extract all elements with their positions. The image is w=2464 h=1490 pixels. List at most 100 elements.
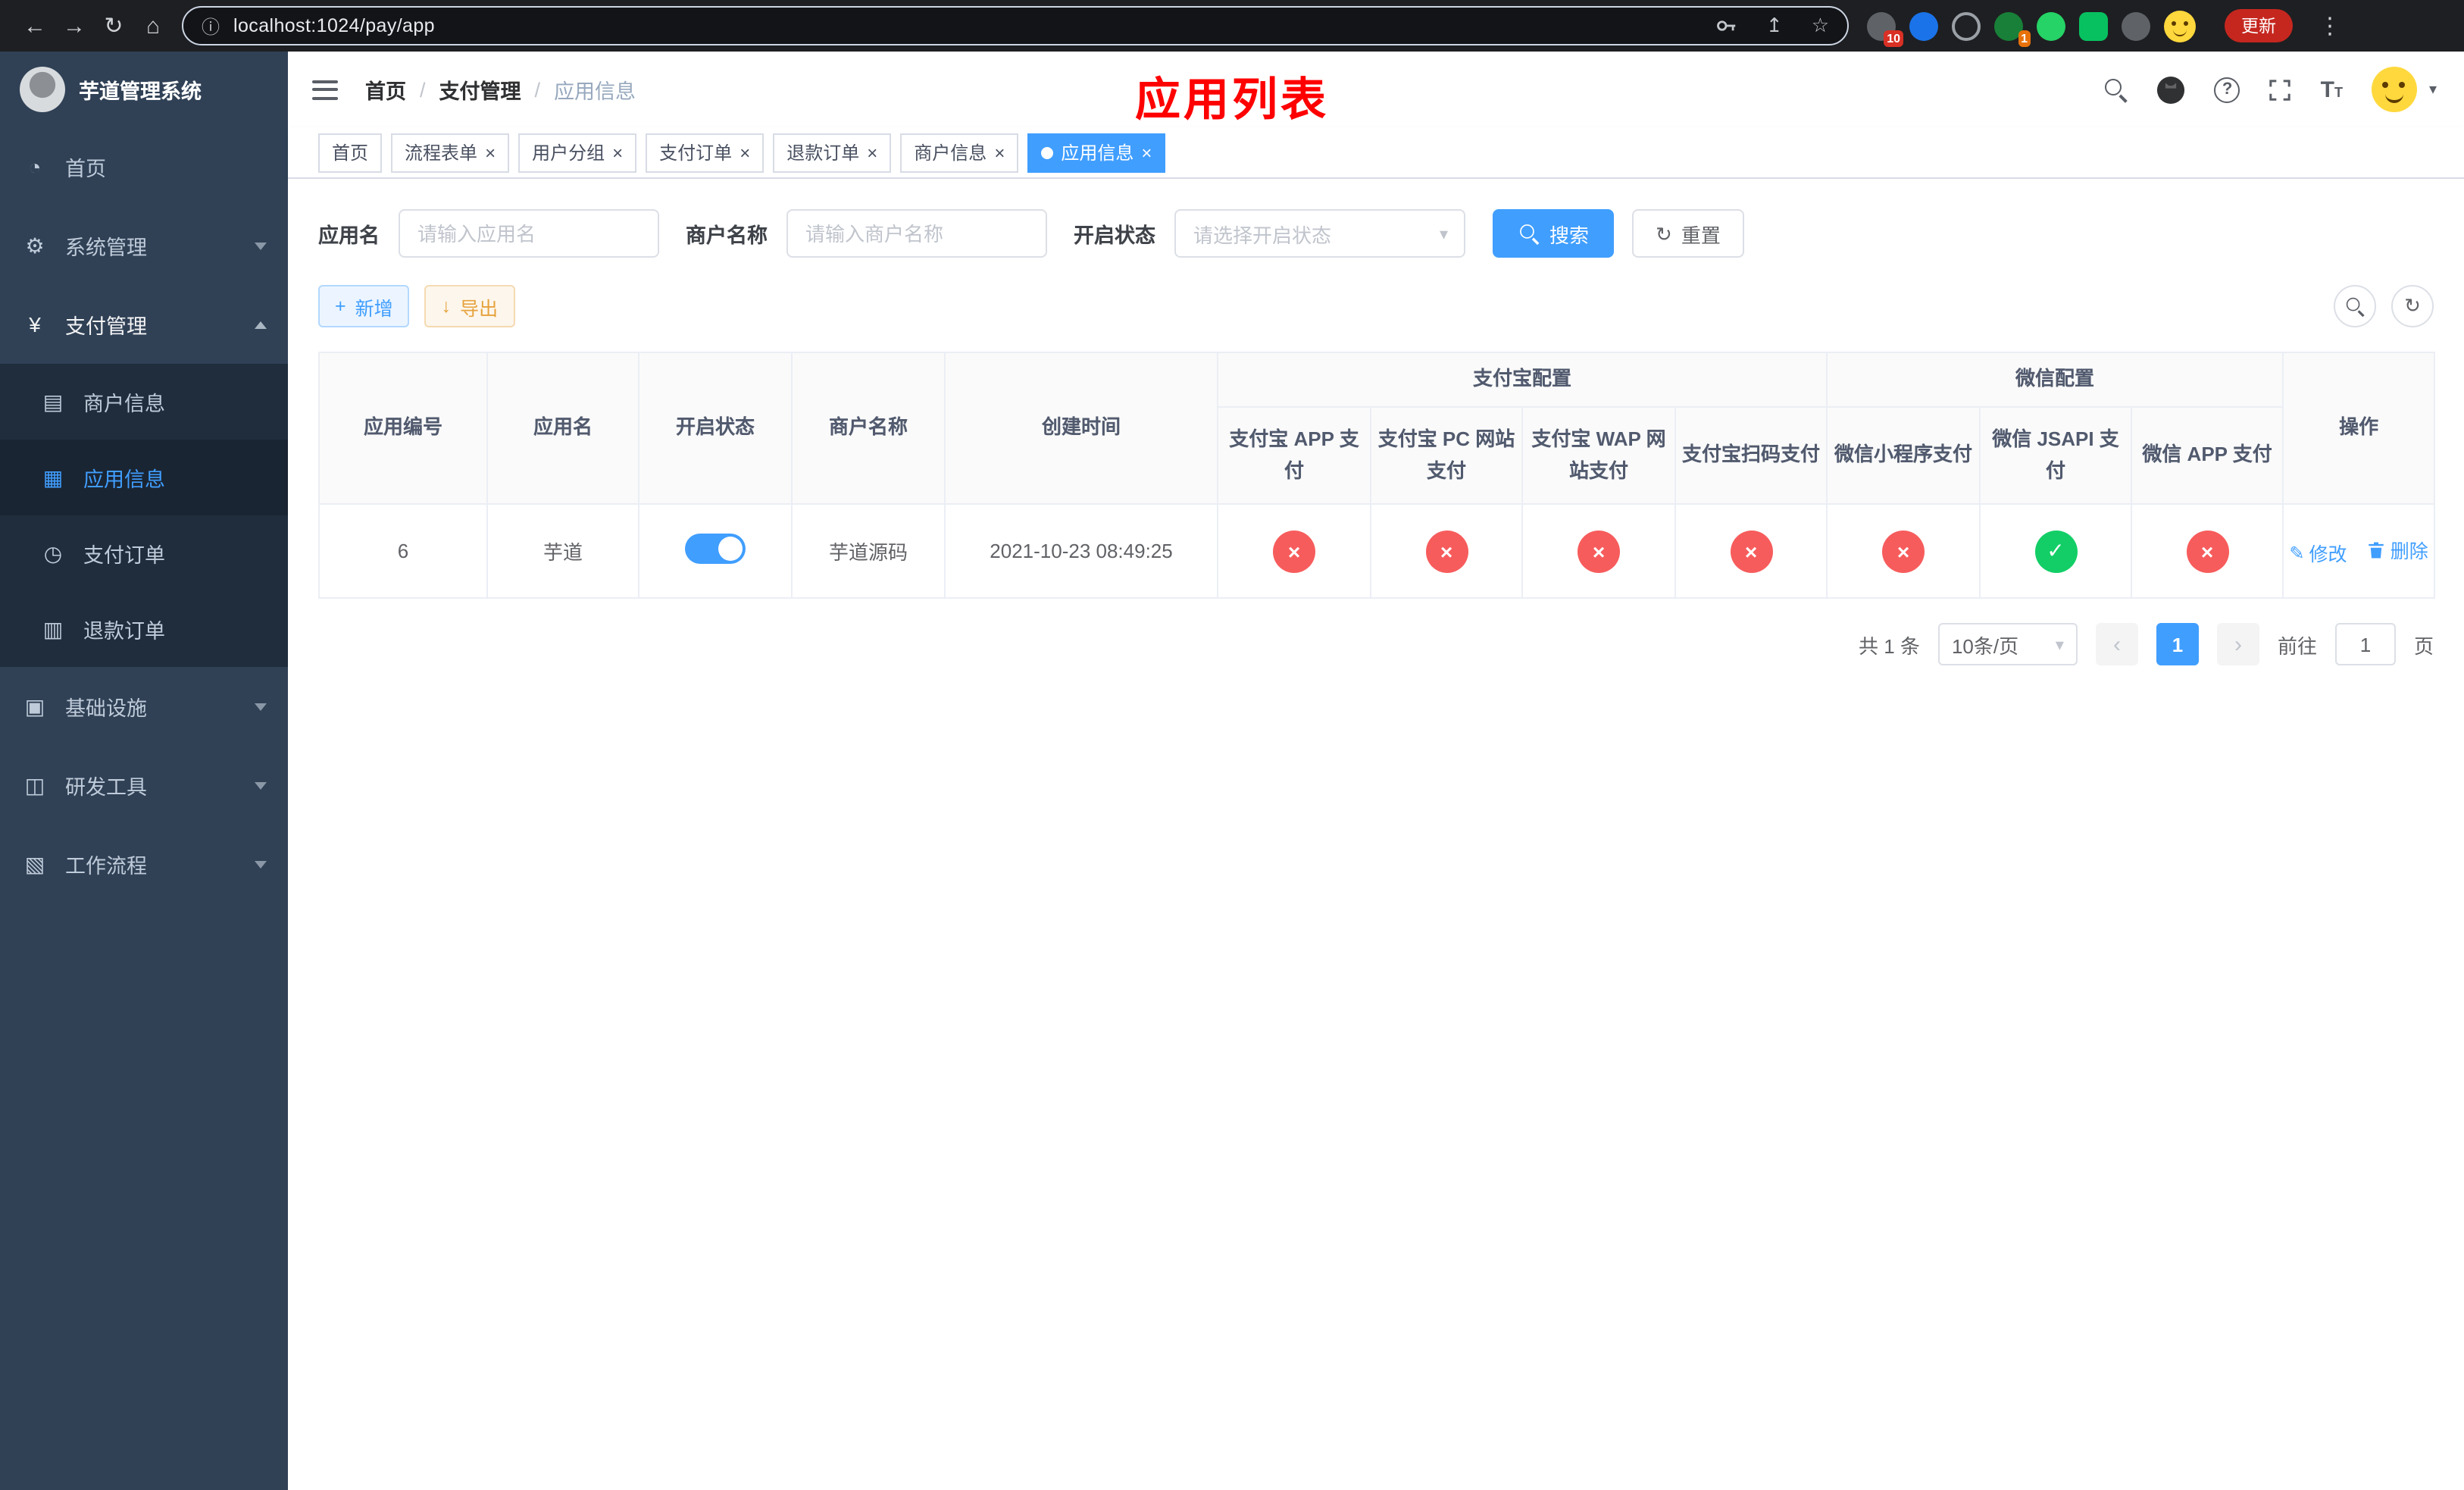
sidebar-item-label: 系统管理	[65, 236, 147, 259]
sidebar-item-infrastructure[interactable]: ▣ 基础设施	[0, 667, 288, 746]
breadcrumb-payment[interactable]: 支付管理	[439, 74, 521, 105]
fullscreen-icon[interactable]	[2269, 78, 2292, 101]
status-toggle[interactable]	[685, 534, 746, 564]
add-button[interactable]: + 新增	[318, 285, 410, 327]
tab-merchant-info[interactable]: 商户信息 ×	[900, 133, 1019, 172]
page-size-select[interactable]: 10条/页 ▾	[1937, 623, 2078, 665]
close-icon[interactable]: ×	[1141, 143, 1152, 161]
sidebar-item-merchant-info[interactable]: ▤ 商户信息	[0, 364, 288, 440]
merchant-name-label: 商户名称	[686, 224, 768, 247]
search-icon	[1518, 223, 1538, 243]
breadcrumb-current: 应用信息	[554, 80, 636, 103]
prev-page-button[interactable]: ‹	[2095, 623, 2138, 665]
reset-button[interactable]: ↻ 重置	[1631, 209, 1745, 258]
browser-menu-icon[interactable]: ⋮	[2319, 12, 2341, 39]
sidebar: 芋道管理系统 ◔ 首页 ⚙ 系统管理 ¥ 支付管理 ▤ 商户信息 ▦ 应用信息 …	[0, 52, 288, 1490]
alipay-qr-status-icon: ×	[1730, 530, 1772, 572]
page-unit-label: 页	[2413, 634, 2434, 657]
search-form: 应用名 商户名称 开启状态 请选择开启状态 ▾ 搜索 ↻ 重置	[288, 179, 2464, 258]
password-key-icon[interactable]	[1716, 15, 1737, 36]
next-page-button[interactable]: ›	[2216, 623, 2259, 665]
avatar-caret-icon[interactable]: ▾	[2429, 81, 2437, 98]
tab-label: 商户信息	[914, 142, 987, 164]
goto-page-input[interactable]	[2334, 623, 2396, 665]
merchant-name-input[interactable]	[786, 209, 1046, 258]
tab-payment-order[interactable]: 支付订单 ×	[646, 133, 765, 172]
export-button[interactable]: ↓ 导出	[424, 285, 515, 327]
col-header-wx-jsapi: 微信 JSAPI 支付	[1979, 406, 2133, 505]
tab-home[interactable]: 首页	[318, 133, 383, 172]
tab-refund-order[interactable]: 退款订单 ×	[773, 133, 892, 172]
cell-app-id: 6	[318, 503, 488, 599]
sidebar-item-payment[interactable]: ¥ 支付管理	[0, 285, 288, 364]
home-icon[interactable]: ⌂	[133, 6, 173, 45]
tab-label: 首页	[332, 142, 369, 164]
forward-icon[interactable]: →	[55, 6, 94, 45]
extension-icon-5[interactable]	[2037, 11, 2065, 40]
extension-icon-4[interactable]: 1	[1994, 11, 2031, 46]
screen: ← → ↻ ⌂ ⓘ localhost:1024/pay/app ↥ ☆ 10 …	[0, 0, 2464, 1490]
font-size-icon[interactable]: TT	[2321, 78, 2343, 101]
sidebar-toggle-icon[interactable]	[312, 80, 338, 99]
tab-process-form[interactable]: 流程表单 ×	[391, 133, 510, 172]
share-icon[interactable]: ↥	[1766, 14, 1783, 38]
site-info-icon[interactable]: ⓘ	[202, 13, 220, 39]
browser-profile-avatar[interactable]	[2164, 10, 2196, 42]
tab-app-info[interactable]: 应用信息 ×	[1027, 133, 1166, 172]
delete-button[interactable]: 删除	[2368, 535, 2428, 564]
sidebar-item-workflow[interactable]: ▧ 工作流程	[0, 825, 288, 903]
sidebar-item-label: 基础设施	[65, 697, 147, 720]
extension-icon-1[interactable]: 10	[1867, 11, 1903, 46]
close-icon[interactable]: ×	[740, 143, 750, 161]
extension-icon-3[interactable]	[1952, 11, 1981, 40]
chevron-down-icon: ▾	[2055, 636, 2064, 654]
sidebar-item-label: 应用信息	[83, 468, 165, 491]
close-icon[interactable]: ×	[994, 143, 1005, 161]
search-button[interactable]: 搜索	[1492, 209, 1614, 258]
extension-icon-2[interactable]	[1909, 11, 1938, 40]
cell-app-name: 芋道	[486, 503, 639, 599]
user-avatar[interactable]	[2371, 67, 2417, 112]
extension-icon-6[interactable]	[2079, 11, 2108, 40]
edit-button[interactable]: ✎ 修改	[2289, 538, 2347, 567]
col-header-app-name: 应用名	[486, 352, 639, 505]
refresh-table-button[interactable]: ↻	[2391, 285, 2434, 327]
hide-search-button[interactable]	[2334, 285, 2376, 327]
app-name-input[interactable]	[398, 209, 658, 258]
grid-icon: ▦	[42, 465, 64, 489]
sidebar-item-payment-orders[interactable]: ◷ 支付订单	[0, 515, 288, 591]
logo-image	[20, 67, 65, 112]
tab-label: 流程表单	[405, 142, 478, 164]
help-icon[interactable]: ?	[2214, 77, 2240, 102]
search-icon[interactable]	[2104, 77, 2128, 102]
sidebar-item-home[interactable]: ◔ 首页	[0, 127, 288, 206]
back-icon[interactable]: ←	[15, 6, 55, 45]
app-title: 芋道管理系统	[79, 80, 202, 103]
alipay-app-status-icon: ×	[1273, 530, 1315, 572]
sidebar-item-app-info[interactable]: ▦ 应用信息	[0, 440, 288, 515]
page-1-button[interactable]: 1	[2156, 623, 2199, 665]
browser-update-button[interactable]: 更新	[2225, 9, 2293, 42]
close-icon[interactable]: ×	[485, 143, 496, 161]
address-bar[interactable]: ⓘ localhost:1024/pay/app ↥ ☆	[182, 6, 1849, 45]
extension-icon-7[interactable]	[2122, 11, 2150, 40]
payment-submenu: ▤ 商户信息 ▦ 应用信息 ◷ 支付订单 ▥ 退款订单	[0, 364, 288, 667]
sidebar-item-label: 商户信息	[83, 393, 165, 415]
reload-icon[interactable]: ↻	[94, 6, 133, 45]
github-icon[interactable]	[2157, 75, 2186, 104]
breadcrumb-home[interactable]: 首页	[365, 74, 406, 105]
bookmark-star-icon[interactable]: ☆	[1812, 14, 1829, 38]
url-text[interactable]: localhost:1024/pay/app	[233, 15, 1687, 36]
tab-user-group[interactable]: 用户分组 ×	[518, 133, 637, 172]
select-placeholder: 请选择开启状态	[1193, 224, 1332, 246]
status-select[interactable]: 请选择开启状态 ▾	[1174, 209, 1465, 258]
col-header-status: 开启状态	[638, 352, 793, 505]
refresh-icon: ↻	[1656, 222, 1672, 245]
sidebar-item-system[interactable]: ⚙ 系统管理	[0, 206, 288, 285]
close-icon[interactable]: ×	[612, 143, 623, 161]
sidebar-item-refund-orders[interactable]: ▥ 退款订单	[0, 591, 288, 667]
monitor-icon: ▣	[24, 693, 45, 718]
close-icon[interactable]: ×	[867, 143, 877, 161]
col-header-merchant: 商户名称	[791, 352, 946, 505]
sidebar-item-dev-tools[interactable]: ◫ 研发工具	[0, 746, 288, 825]
